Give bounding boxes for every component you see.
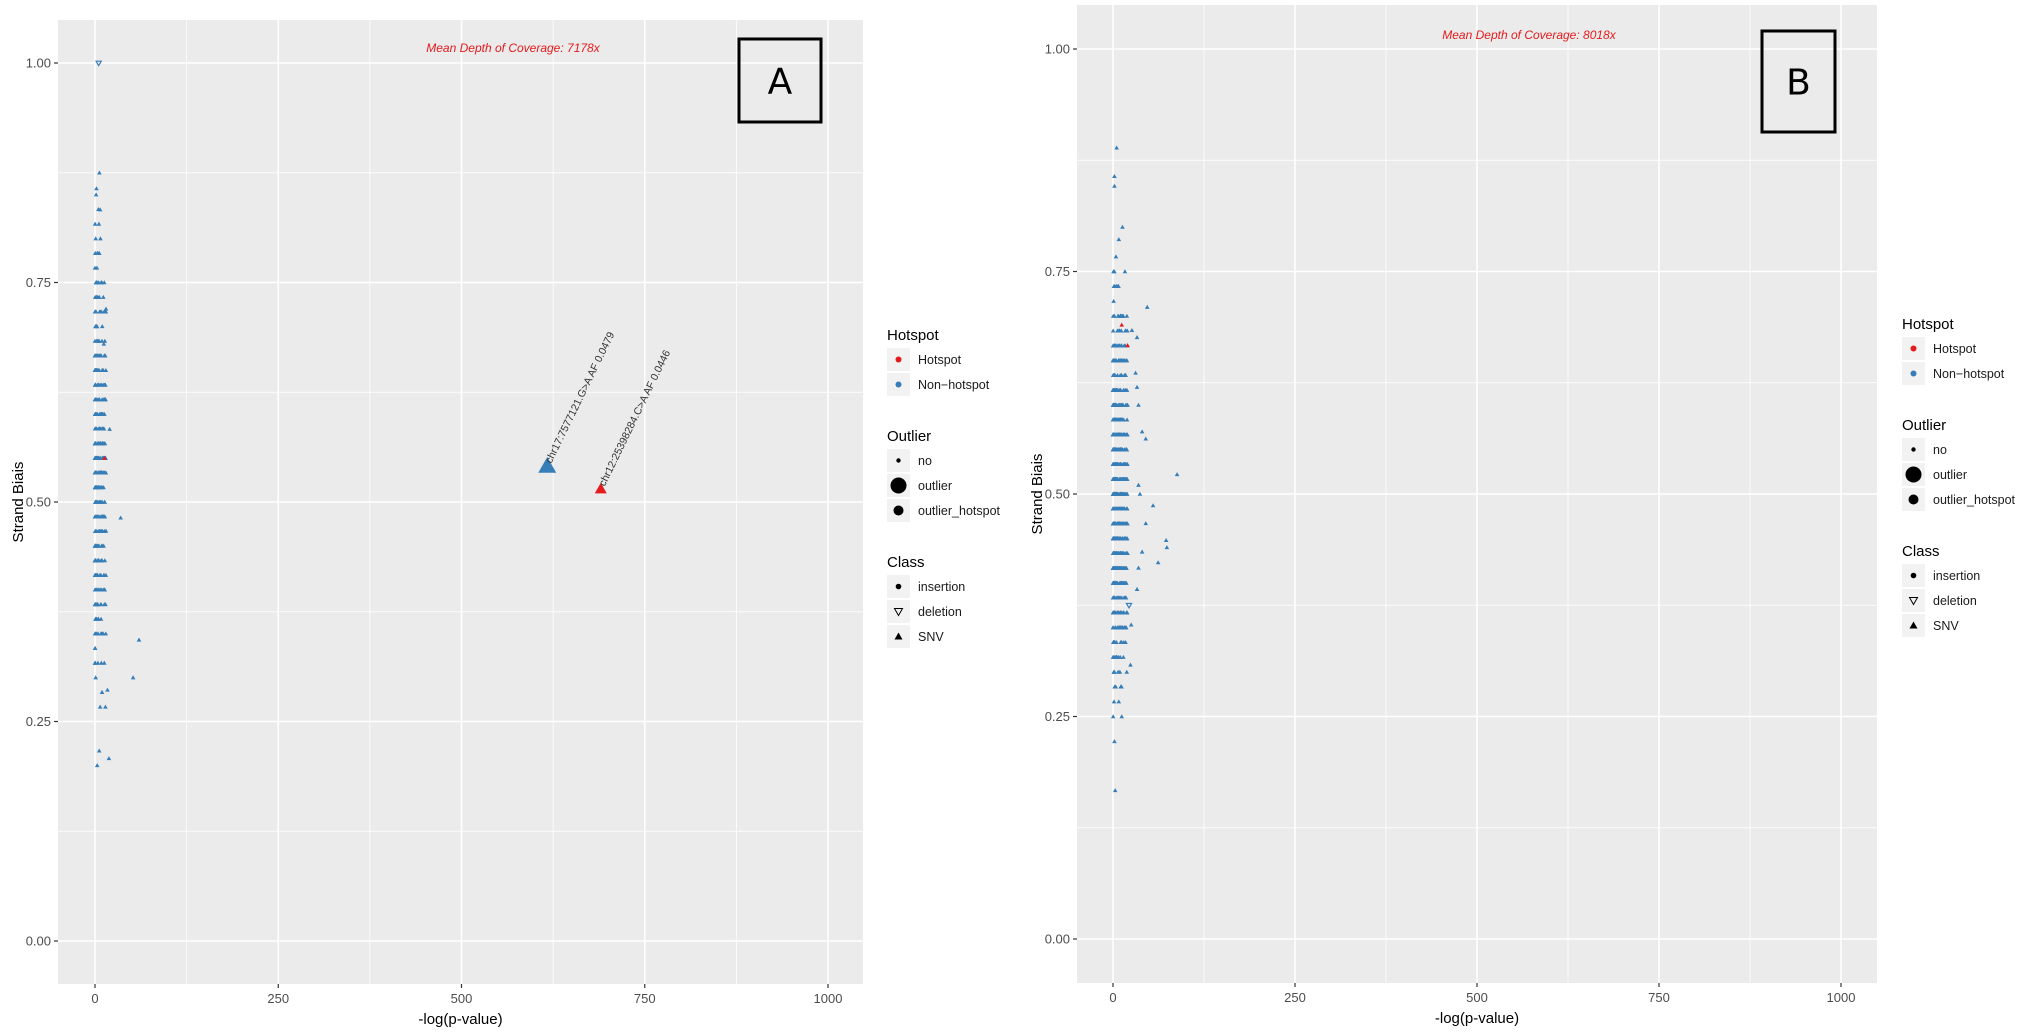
legend-label: Hotspot [918,353,962,367]
x-tick-label: 1000 [1827,990,1856,1005]
legend-title: Outlier [1902,417,1946,434]
circle-icon [895,583,902,590]
legend-title: Class [1902,543,1940,560]
x-tick-label: 0 [91,991,98,1006]
legend-size-dot-icon [890,477,907,494]
legend-hotspot: Hotspot Hotspot Non−hotspot [887,327,990,396]
legend-label: outlier [918,479,952,493]
x-axis-title: -log(p-value) [1435,1010,1519,1027]
legend-color-dot-icon [895,381,902,388]
legend-size-dot-icon [896,458,901,463]
legend-label: insertion [1933,569,1980,583]
y-tick-label: 0.50 [1045,487,1070,502]
legend-label: Hotspot [1933,342,1977,356]
x-tick-label: 250 [1284,990,1306,1005]
depth-annotation: Mean Depth of Coverage: 7178x [426,41,600,55]
y-tick-label: 0.25 [26,714,51,729]
legend-key [1902,589,1925,612]
legend-label: deletion [918,605,962,619]
legend-key [887,600,910,623]
legend-title: Class [887,554,925,571]
legend-outlier: Outlier no outlier outlier_hotspot [887,428,1001,522]
legend-label: insertion [918,580,965,594]
y-tick-label: 0.50 [26,495,51,510]
x-axis-ticks: 0 250 500 750 1000 [1109,983,1855,1005]
legend-label: deletion [1933,594,1977,608]
figure: 0 250 500 750 1000 0.000.250.500.751.00 chr1… [10,5,2016,1028]
legend-size-dot-icon [1908,494,1919,505]
legend-label: SNV [1933,619,1959,633]
legend-color-dot-icon [1910,370,1917,377]
x-tick-label: 0 [1109,990,1116,1005]
circle-icon [1910,572,1917,579]
x-tick-label: 500 [1466,990,1488,1005]
y-tick-label: 1.00 [1045,42,1070,57]
depth-annotation: Mean Depth of Coverage: 8018x [1442,28,1616,42]
legend: Hotspot Hotspot Non−hotspot Outlier no outlie… [887,327,1001,648]
legend-hotspot: Hotspot Hotspot Non−hotspot [1902,316,2005,385]
legend-label: Non−hotspot [1933,367,2005,381]
panel-b: 0 250 500 750 1000 0.00 0.25 0.50 0.75 1.00 Mean… [1029,5,2016,1027]
legend-outlier: Outlier no outlier outlier_hotspot [1902,417,2016,511]
x-axis-title: -log(p-value) [418,1011,502,1028]
legend-label: no [1933,443,1947,457]
y-tick-label: 0.00 [1045,932,1070,947]
x-axis-ticks: 0 250 500 750 1000 [91,984,842,1006]
x-tick-label: 750 [1648,990,1670,1005]
legend-label: outlier_hotspot [918,504,1001,518]
legend-label: SNV [918,630,944,644]
legend-color-dot-icon [1910,345,1917,352]
legend-label: Non−hotspot [918,378,990,392]
panel-label: A [768,62,793,103]
legend-title: Outlier [887,428,931,445]
y-tick-label: 0.25 [1045,709,1070,724]
legend-label: outlier [1933,468,1967,482]
x-tick-label: 750 [634,991,656,1006]
y-axis-ticks: 0.00 0.25 0.50 0.75 1.00 [1045,42,1077,947]
legend-color-dot-icon [895,356,902,363]
y-axis-ticks: 0.00 0.25 0.50 0.75 1.00 [26,56,58,949]
y-axis-title: Strand Biais [10,462,27,543]
legend-class: Class insertion deletion SNV [1902,543,1980,637]
y-tick-label: 0.75 [26,275,51,290]
x-tick-label: 250 [267,991,289,1006]
legend-label: outlier_hotspot [1933,493,2016,507]
y-tick-label: 1.00 [26,56,51,71]
y-tick-label: 0.00 [26,934,51,949]
legend-title: Hotspot [887,327,940,344]
legend-size-dot-icon [1911,447,1916,452]
legend-size-dot-icon [893,505,904,516]
legend-label: no [918,454,932,468]
legend: Hotspot Hotspot Non−hotspot Outlier no outlie… [1902,316,2016,637]
legend-class: Class insertion deletion SNV [887,554,965,648]
panel-label: B [1786,63,1811,104]
legend-title: Hotspot [1902,316,1955,333]
panel-a: 0 250 500 750 1000 0.000.250.500.751.00 chr1… [10,20,1001,1028]
legend-size-dot-icon [1905,466,1922,483]
x-tick-label: 500 [451,991,473,1006]
x-tick-label: 1000 [814,991,843,1006]
y-tick-label: 0.75 [1045,264,1070,279]
y-axis-title: Strand Biais [1029,454,1046,535]
